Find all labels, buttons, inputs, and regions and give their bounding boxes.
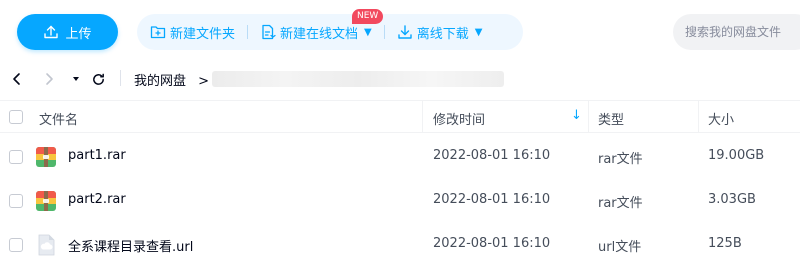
select-all-checkbox[interactable] xyxy=(9,110,23,124)
file-modified: 2022-08-01 16:10 xyxy=(433,192,551,207)
toolbar-divider xyxy=(383,25,385,39)
file-size: 19.00GB xyxy=(708,148,765,163)
caret-down-icon: ▼ xyxy=(364,26,372,38)
row-checkbox[interactable] xyxy=(9,150,23,164)
url-file-icon xyxy=(35,234,57,256)
forward-icon[interactable] xyxy=(40,70,58,88)
file-name[interactable]: part2.rar xyxy=(68,192,126,207)
new-badge: NEW xyxy=(352,9,384,24)
breadcrumb-root[interactable]: 我的网盘 xyxy=(134,74,186,89)
new-folder-button[interactable]: 新建文件夹 xyxy=(150,23,235,42)
new-folder-label: 新建文件夹 xyxy=(170,26,236,42)
rar-archive-icon xyxy=(35,146,57,168)
nav-divider xyxy=(120,70,121,86)
caret-down-icon: ▼ xyxy=(474,26,483,38)
column-header-size[interactable]: 大小 xyxy=(708,109,734,128)
search-input[interactable]: 搜索我的网盘文件 xyxy=(673,14,800,50)
row-checkbox[interactable] xyxy=(9,194,23,208)
table-row[interactable]: 全系课程目录查看.url 2022-08-01 16:10 url文件 125B xyxy=(0,223,800,267)
rar-archive-icon xyxy=(35,190,57,212)
table-row[interactable]: part2.rar 2022-08-01 16:10 rar文件 3.03GB xyxy=(0,179,800,223)
column-header-type[interactable]: 类型 xyxy=(598,109,624,128)
file-modified: 2022-08-01 16:10 xyxy=(433,148,551,163)
column-header-name[interactable]: 文件名 xyxy=(39,109,78,128)
toolbar: 上传 新建文件夹 新建在线文档 ▼ 离线下载 ▼ NEW 搜索我的网盘文件 xyxy=(0,0,800,64)
back-icon[interactable] xyxy=(8,70,26,88)
offline-download-label: 离线下载 xyxy=(416,26,469,42)
action-group: 新建文件夹 新建在线文档 ▼ 离线下载 ▼ xyxy=(137,14,523,50)
new-online-doc-button[interactable]: 新建在线文档 ▼ xyxy=(260,23,372,42)
file-size: 125B xyxy=(708,236,742,251)
column-header-modified[interactable]: 修改时间 xyxy=(433,109,485,128)
breadcrumb-separator: > xyxy=(198,74,210,89)
file-type: rar文件 xyxy=(598,196,643,211)
toolbar-divider xyxy=(247,25,249,39)
file-modified: 2022-08-01 16:10 xyxy=(433,236,551,251)
file-name[interactable]: 全系课程目录查看.url xyxy=(68,236,193,255)
column-divider xyxy=(422,100,423,133)
file-type: rar文件 xyxy=(598,152,643,167)
file-name[interactable]: part1.rar xyxy=(68,148,126,163)
new-folder-icon xyxy=(150,24,166,40)
document-icon xyxy=(260,24,276,40)
file-size: 3.03GB xyxy=(708,192,756,207)
row-checkbox[interactable] xyxy=(9,238,23,252)
sort-descending-icon[interactable]: ↓ xyxy=(571,108,582,123)
table-row[interactable]: part1.rar 2022-08-01 16:10 rar文件 19.00GB xyxy=(0,135,800,179)
file-type: url文件 xyxy=(598,240,642,255)
offline-download-button[interactable]: 离线下载 ▼ xyxy=(397,23,483,42)
breadcrumb-current-obscured xyxy=(212,71,504,87)
upload-label: 上传 xyxy=(65,26,92,42)
column-divider xyxy=(698,100,699,133)
new-online-doc-label: 新建在线文档 xyxy=(280,26,359,42)
history-dropdown-icon[interactable] xyxy=(67,70,85,88)
breadcrumb: 我的网盘 > xyxy=(134,70,209,89)
table-header xyxy=(0,100,800,133)
refresh-icon[interactable] xyxy=(89,70,107,88)
upload-icon xyxy=(43,24,59,40)
upload-button[interactable]: 上传 xyxy=(17,14,118,50)
download-icon xyxy=(397,24,413,40)
column-divider xyxy=(588,100,589,133)
